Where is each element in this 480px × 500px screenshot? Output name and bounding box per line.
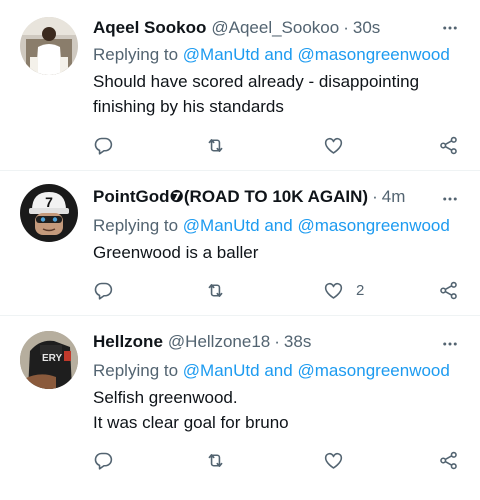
tweet-feed: Aqeel Sookoo @Aqeel_Sookoo · 30s Replyin… bbox=[0, 0, 480, 500]
avatar[interactable] bbox=[20, 17, 78, 75]
tweet[interactable]: ERY Hellzone @Hellzone18 · 38s Replying … bbox=[0, 316, 480, 500]
more-options-icon[interactable] bbox=[440, 189, 460, 209]
share-button[interactable] bbox=[438, 134, 459, 156]
timestamp[interactable]: 30s bbox=[353, 17, 380, 39]
heart-icon bbox=[323, 450, 344, 471]
display-name[interactable]: Hellzone bbox=[93, 331, 163, 353]
reply-button[interactable] bbox=[93, 134, 114, 156]
replying-prefix: Replying to bbox=[93, 361, 179, 380]
like-button[interactable]: 2 bbox=[323, 279, 364, 301]
svg-text:ERY: ERY bbox=[42, 353, 63, 364]
replying-to: Replying to @ManUtd and @masongreenwood bbox=[93, 215, 468, 237]
avatar[interactable]: ERY bbox=[20, 331, 78, 389]
like-button[interactable] bbox=[323, 134, 344, 156]
reply-button[interactable] bbox=[93, 449, 114, 471]
heart-icon bbox=[323, 135, 344, 156]
retweet-button[interactable] bbox=[205, 279, 226, 301]
avatar[interactable]: 7 bbox=[20, 184, 78, 242]
tweet-text-line: Selfish greenwood. bbox=[93, 388, 238, 407]
tweet-text: Should have scored already - disappointi… bbox=[93, 69, 460, 119]
mention-link[interactable]: @ManUtd bbox=[183, 361, 260, 380]
tweet-text-line: Greenwood is a baller bbox=[93, 243, 259, 262]
tweet-text-line: Should have scored already - disappointi… bbox=[93, 72, 420, 91]
reply-icon bbox=[93, 450, 114, 471]
tweet-header: PointGod❼(ROAD TO 10K AGAIN) · 4m bbox=[93, 186, 432, 208]
display-name[interactable]: Aqeel Sookoo bbox=[93, 17, 206, 39]
timestamp[interactable]: 4m bbox=[382, 186, 406, 208]
mention-link[interactable]: @ManUtd bbox=[183, 216, 260, 235]
mention-link[interactable]: @masongreenwood bbox=[297, 45, 449, 64]
like-button[interactable] bbox=[323, 449, 344, 471]
tweet-text: Greenwood is a baller bbox=[93, 240, 460, 265]
tweet-text-line: It was clear goal for bruno bbox=[93, 413, 289, 432]
share-icon bbox=[438, 450, 459, 471]
replying-to: Replying to @ManUtd and @masongreenwood bbox=[93, 44, 468, 66]
retweet-icon bbox=[205, 280, 226, 301]
tweet-header: Aqeel Sookoo @Aqeel_Sookoo · 30s bbox=[93, 17, 432, 39]
reply-icon bbox=[93, 135, 114, 156]
mention-join[interactable]: and bbox=[264, 361, 292, 380]
share-icon bbox=[438, 135, 459, 156]
retweet-icon bbox=[205, 450, 226, 471]
tweet-header: Hellzone @Hellzone18 · 38s bbox=[93, 331, 432, 353]
tweet-text-line: finishing by his standards bbox=[93, 97, 284, 116]
tweet-actions: 2 bbox=[0, 275, 480, 305]
retweet-button[interactable] bbox=[205, 449, 226, 471]
replying-prefix: Replying to bbox=[93, 216, 179, 235]
tweet[interactable]: 7 PointGod❼(ROAD TO 10K AGAIN) · 4m Repl… bbox=[0, 171, 480, 316]
user-handle[interactable]: @Hellzone18 bbox=[168, 331, 270, 353]
retweet-button[interactable] bbox=[205, 134, 226, 156]
more-options-icon[interactable] bbox=[440, 18, 460, 38]
user-handle[interactable]: @Aqeel_Sookoo bbox=[211, 17, 339, 39]
replying-prefix: Replying to bbox=[93, 45, 179, 64]
mention-link[interactable]: @masongreenwood bbox=[297, 361, 449, 380]
display-name[interactable]: PointGod❼(ROAD TO 10K AGAIN) bbox=[93, 186, 368, 208]
share-button[interactable] bbox=[438, 449, 459, 471]
reply-button[interactable] bbox=[93, 279, 114, 301]
tweet[interactable]: Aqeel Sookoo @Aqeel_Sookoo · 30s Replyin… bbox=[0, 0, 480, 171]
share-button[interactable] bbox=[438, 279, 459, 301]
svg-text:7: 7 bbox=[45, 194, 53, 210]
mention-link[interactable]: @ManUtd bbox=[183, 45, 260, 64]
tweet-actions bbox=[0, 445, 480, 475]
separator: · bbox=[372, 187, 378, 206]
like-count: 2 bbox=[356, 281, 365, 299]
tweet-text: Selfish greenwood. It was clear goal for… bbox=[93, 385, 460, 435]
timestamp[interactable]: 38s bbox=[284, 331, 311, 353]
mention-link[interactable]: @masongreenwood bbox=[297, 216, 449, 235]
share-icon bbox=[438, 280, 459, 301]
separator: · bbox=[343, 18, 349, 37]
mention-join[interactable]: and bbox=[264, 216, 292, 235]
heart-icon bbox=[323, 280, 344, 301]
mention-join[interactable]: and bbox=[264, 45, 292, 64]
more-options-icon[interactable] bbox=[440, 334, 460, 354]
tweet-actions bbox=[0, 130, 480, 160]
separator: · bbox=[274, 332, 280, 351]
replying-to: Replying to @ManUtd and @masongreenwood bbox=[93, 360, 468, 382]
retweet-icon bbox=[205, 135, 226, 156]
reply-icon bbox=[93, 280, 114, 301]
